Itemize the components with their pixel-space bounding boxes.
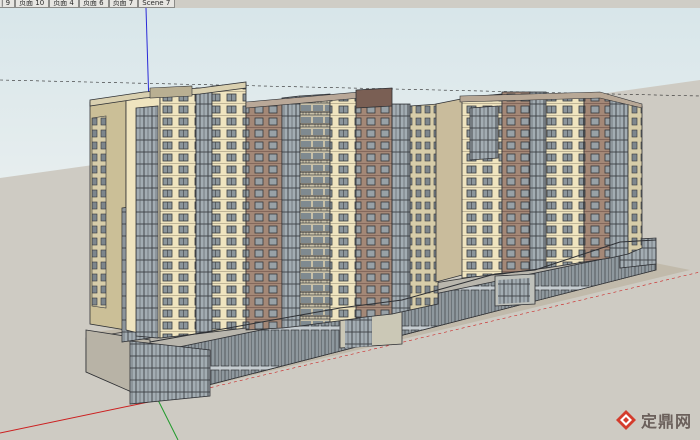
watermark-text: 定鼎网 xyxy=(640,412,692,431)
sketchup-window: | 9 页面 10 页面 4 页面 6 页面 7 Scene 7 定鼎网 xyxy=(0,0,700,440)
scene-tab-page-6[interactable]: 页面 6 xyxy=(78,0,109,8)
scene-tab-9[interactable]: | 9 xyxy=(0,0,16,8)
viewport-canvas[interactable] xyxy=(0,8,700,440)
scene-tab-page-10[interactable]: 页面 10 xyxy=(15,0,50,8)
model-viewport[interactable] xyxy=(0,8,700,440)
tower-mid-left xyxy=(245,91,361,331)
dingding-logo-icon xyxy=(615,410,636,430)
scene-tab-scene-7[interactable]: Scene 7 xyxy=(138,0,176,8)
tower-center xyxy=(355,87,439,319)
scene-tab-page-7[interactable]: 页面 7 xyxy=(108,0,139,8)
watermark: 定鼎网 xyxy=(615,408,692,432)
scene-tab-bar: | 9 页面 10 页面 4 页面 6 页面 7 Scene 7 xyxy=(0,0,700,8)
tower-right xyxy=(435,91,643,283)
scene-tab-page-4[interactable]: 页面 4 xyxy=(49,0,79,8)
